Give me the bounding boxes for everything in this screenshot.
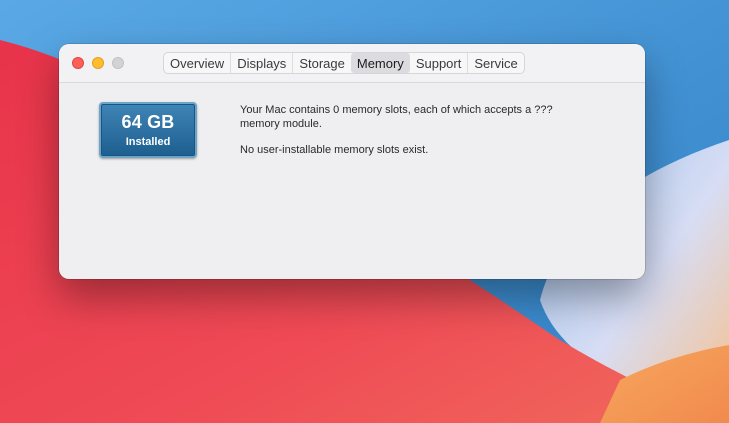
tab-bar: Overview Displays Storage Memory Support… [163,52,525,74]
about-this-mac-window: Overview Displays Storage Memory Support… [59,44,645,279]
tab-displays[interactable]: Displays [230,53,292,73]
tab-support[interactable]: Support [410,53,468,73]
zoom-button[interactable] [112,57,124,69]
tab-storage[interactable]: Storage [292,53,351,73]
memory-pane: 64 GB Installed Your Mac contains 0 memo… [59,83,645,279]
memory-slots-text: Your Mac contains 0 memory slots, each o… [240,104,553,130]
memory-badge: 64 GB Installed [99,102,197,158]
tab-service[interactable]: Service [467,53,523,73]
window-titlebar: Overview Displays Storage Memory Support… [59,44,645,83]
memory-size: 64 GB [121,112,175,132]
close-button[interactable] [72,57,84,69]
memory-note-text: No user-installable memory slots exist. [240,144,429,156]
memory-caption: Installed [125,136,171,148]
tab-overview[interactable]: Overview [164,53,230,73]
tab-memory[interactable]: Memory [350,53,410,73]
memory-description: Your Mac contains 0 memory slots, each o… [240,103,570,157]
minimize-button[interactable] [92,57,104,69]
desktop: Overview Displays Storage Memory Support… [0,0,729,423]
